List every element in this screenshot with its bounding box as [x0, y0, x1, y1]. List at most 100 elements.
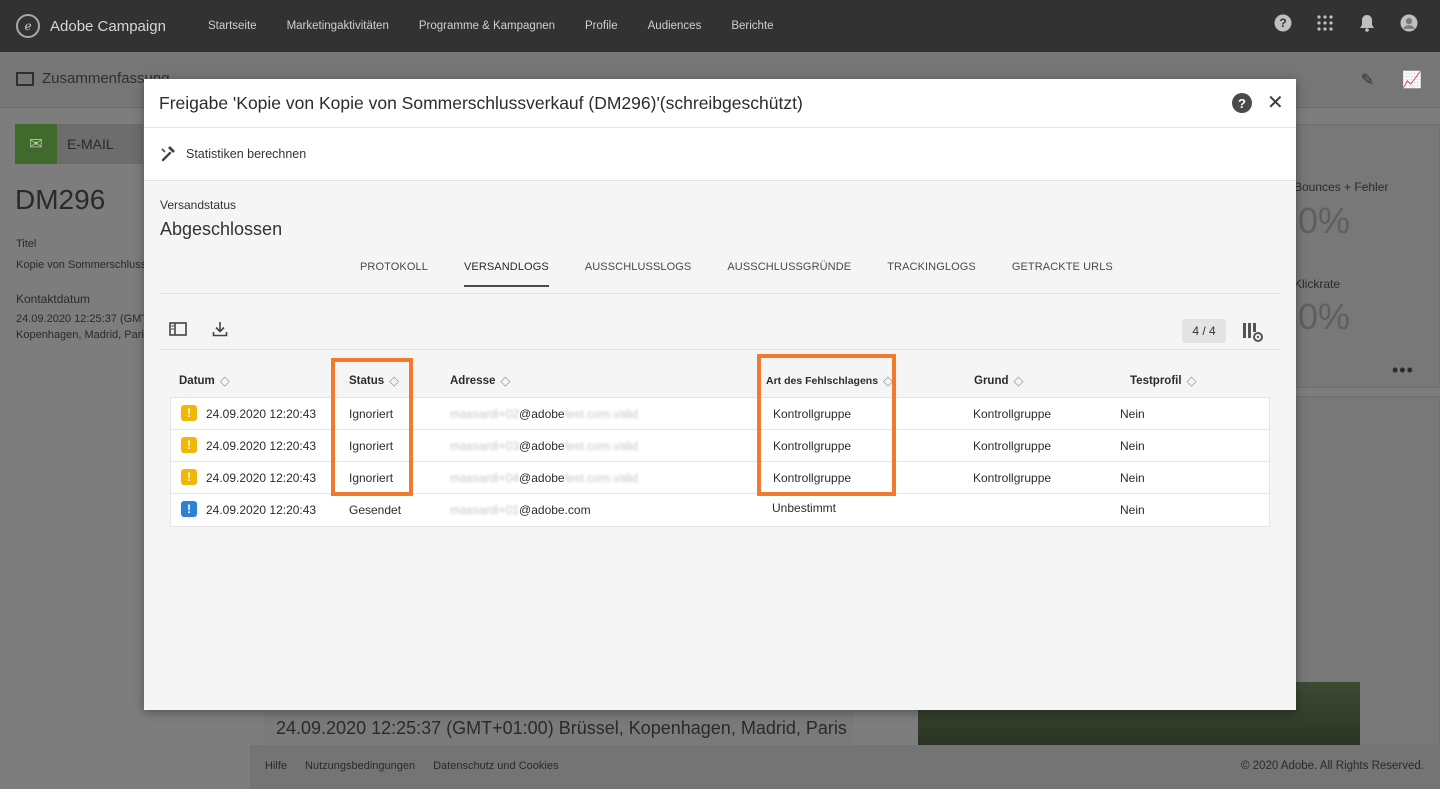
tab-ausschlussgruende[interactable]: AUSSCHLUSSGRÜNDE [727, 261, 851, 287]
contact-date-full: 24.09.2020 12:25:37 (GMT+01:00) Brüssel,… [276, 718, 847, 738]
column-settings-icon[interactable] [1242, 321, 1264, 343]
hammer-icon [161, 146, 175, 162]
sort-icon: ◇ [1186, 373, 1197, 388]
sort-icon: ◇ [389, 373, 400, 388]
col-art-des-fehlschlagens[interactable]: Art des Fehlschlagens ◇ [766, 373, 893, 389]
sort-icon: ◇ [1013, 373, 1024, 388]
info-icon: ! [181, 501, 197, 517]
nav-startseite[interactable]: Startseite [208, 20, 257, 32]
cell-status: Gesendet [349, 503, 402, 517]
email-channel-badge: ✉ E-MAIL [15, 124, 143, 164]
kpi-click-label: Klickrate [1294, 277, 1341, 291]
cell-test-profile: Nein [1120, 471, 1145, 485]
cell-date: 24.09.2020 12:20:43 [206, 503, 317, 517]
col-status[interactable]: Status ◇ [349, 373, 399, 389]
help-icon[interactable]: ? [1274, 14, 1292, 32]
email-label: E-MAIL [67, 136, 114, 152]
delivery-code: DM296 [15, 184, 106, 215]
apps-grid-icon[interactable] [1316, 14, 1334, 32]
tab-trackinglogs[interactable]: TRACKINGLOGS [887, 261, 976, 287]
contact-date-label: Kontaktdatum [16, 292, 91, 306]
stats-chart-icon[interactable]: 📈 [1402, 70, 1422, 90]
kpi-card [1296, 124, 1440, 388]
panel-icon [16, 71, 34, 86]
kpi-bounces-label: Bounces + Fehler [1294, 180, 1389, 194]
dialog-body: Versandstatus Abgeschlossen PROTOKOLL VE… [144, 181, 1296, 710]
footer: Hilfe Nutzungsbedingungen Datenschutz un… [250, 745, 1440, 789]
cell-date: 24.09.2020 12:20:43 [206, 439, 317, 453]
cell-address: massardi+01@adobe.com [450, 503, 591, 517]
cell-status: Ignoriert [349, 407, 394, 421]
toggle-panel-icon[interactable] [168, 319, 188, 339]
table-row[interactable]: ! 24.09.2020 12:20:43 Ignoriert massardi… [171, 462, 1269, 494]
nav-marketingaktivitaeten[interactable]: Marketingaktivitäten [287, 20, 389, 32]
col-datum[interactable]: Datum ◇ [179, 373, 230, 389]
warning-icon: ! [181, 437, 197, 453]
table-header: Datum ◇ Status ◇ Adresse ◇ Art des Fehlschl… [170, 373, 1270, 393]
col-art-label: Art des Fehlschlagens [766, 375, 879, 387]
compute-stats-button[interactable]: Statistiken berechnen [160, 145, 306, 163]
tab-ausschlusslogs[interactable]: AUSSCHLUSSLOGS [585, 261, 692, 287]
notifications-bell-icon[interactable] [1358, 14, 1376, 32]
kpi-bounces-value: 0% [1298, 200, 1351, 241]
cell-reason: Kontrollgruppe [973, 439, 1052, 453]
top-icons: ? [1274, 14, 1418, 32]
cell-reason: Kontrollgruppe [973, 471, 1052, 485]
close-icon[interactable]: ✕ [1267, 90, 1284, 115]
footer-link-privacy[interactable]: Datenschutz und Cookies [433, 760, 558, 772]
dialog-toolbar: Statistiken berechnen [144, 127, 1296, 181]
cell-status: Ignoriert [349, 439, 394, 453]
warning-icon: ! [181, 405, 197, 421]
cell-test-profile: Nein [1120, 439, 1145, 453]
col-status-label: Status [349, 375, 385, 387]
col-testprofil-label: Testprofil [1130, 375, 1182, 387]
nav-audiences[interactable]: Audiences [648, 20, 702, 32]
table-tools [168, 319, 230, 339]
title-value: Kopie von Sommerschluss [16, 259, 147, 271]
nav-profile[interactable]: Profile [585, 20, 618, 32]
cell-date: 24.09.2020 12:20:43 [206, 471, 317, 485]
more-options-icon[interactable]: ••• [1392, 360, 1414, 381]
edit-pencil-icon[interactable]: ✎ [1361, 70, 1374, 90]
envelope-icon: ✉ [15, 124, 57, 164]
compute-stats-label: Statistiken berechnen [186, 147, 307, 161]
footer-link-hilfe[interactable]: Hilfe [265, 760, 287, 772]
col-adresse-label: Adresse [450, 375, 496, 387]
delivery-status-value: Abgeschlossen [160, 219, 283, 239]
col-adresse[interactable]: Adresse ◇ [450, 373, 510, 389]
cell-failure-type: Unbestimmt [772, 501, 837, 515]
nav-programme-kampagnen[interactable]: Programme & Kampagnen [419, 20, 555, 32]
footer-link-terms[interactable]: Nutzungsbedingungen [305, 760, 415, 772]
col-testprofil[interactable]: Testprofil ◇ [1130, 373, 1197, 389]
download-icon[interactable] [210, 319, 230, 339]
cell-test-profile: Nein [1120, 407, 1145, 421]
cell-address: massardi+04@adobetest.com.valid [450, 471, 638, 485]
col-datum-label: Datum [179, 375, 215, 387]
col-grund-label: Grund [974, 375, 1009, 387]
main-nav: Startseite Marketingaktivitäten Programm… [208, 20, 804, 32]
sort-icon: ◇ [219, 373, 230, 388]
dialog-title: Freigabe 'Kopie von Kopie von Sommerschl… [159, 93, 803, 113]
col-grund[interactable]: Grund ◇ [974, 373, 1024, 389]
brand[interactable]: ℯ Adobe Campaign [16, 14, 206, 38]
tab-getrackte-urls[interactable]: GETRACKTE URLS [1012, 261, 1113, 287]
adobe-campaign-logo-icon: ℯ [16, 14, 40, 38]
cell-date: 24.09.2020 12:20:43 [206, 407, 317, 421]
cell-test-profile: Nein [1120, 503, 1145, 517]
warning-icon: ! [181, 469, 197, 485]
dialog-help-icon[interactable]: ? [1232, 93, 1252, 113]
delivery-logs-dialog: Freigabe 'Kopie von Kopie von Sommerschl… [144, 79, 1296, 710]
delivery-logs-table: ! 24.09.2020 12:20:43 Ignoriert massardi… [170, 397, 1270, 527]
contact-date-value-1: 24.09.2020 12:25:37 (GMT+ [16, 313, 155, 325]
cell-address: massardi+02@adobetest.com.valid [450, 407, 638, 421]
user-avatar-icon[interactable] [1400, 14, 1418, 32]
title-label: Titel [16, 238, 37, 250]
copyright: © 2020 Adobe. All Rights Reserved. [1240, 760, 1424, 772]
table-row[interactable]: ! 24.09.2020 12:20:43 Ignoriert massardi… [171, 398, 1269, 430]
table-row[interactable]: ! 24.09.2020 12:20:43 Ignoriert massardi… [171, 430, 1269, 462]
tab-protokoll[interactable]: PROTOKOLL [360, 261, 428, 287]
nav-berichte[interactable]: Berichte [731, 20, 773, 32]
cell-failure-type: Kontrollgruppe [773, 471, 852, 485]
table-row[interactable]: ! 24.09.2020 12:20:43 Gesendet massardi+… [171, 494, 1269, 526]
tab-versandlogs[interactable]: VERSANDLOGS [463, 261, 549, 287]
